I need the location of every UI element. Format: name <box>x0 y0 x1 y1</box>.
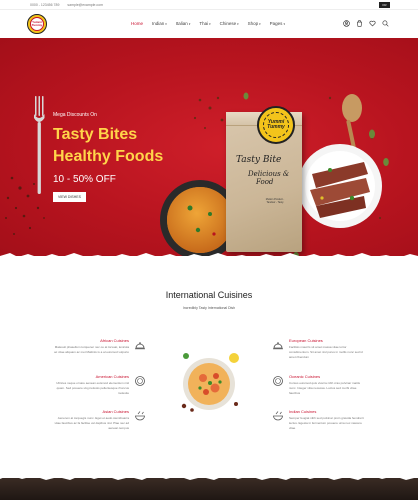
bag-logo: Yummi Tummy <box>257 106 295 144</box>
nav-item-thai[interactable]: Thai ▾ <box>199 21 210 26</box>
hero-headline-1: Tasty Bites <box>53 126 138 143</box>
nav-item-shop[interactable]: Shop ▾ <box>248 21 261 26</box>
cuisine-title[interactable]: Indian Cuisines <box>289 409 364 414</box>
chevron-down-icon: ▾ <box>165 21 167 26</box>
dish-icon <box>272 375 284 387</box>
nav-item-chinese[interactable]: Chinese ▾ <box>220 21 239 26</box>
bowl-icon <box>272 410 284 422</box>
cuisine-desc: Malesuit phasellum torquener nec ou at l… <box>54 345 129 354</box>
section-subtitle: Incredibly Tasty International Dish <box>182 306 236 310</box>
cuisine-title[interactable]: African Cuisines <box>54 338 129 343</box>
cuisine-asian[interactable]: Asian Cuisines Aenenon at torquegis nunc… <box>54 409 129 431</box>
cuisine-african[interactable]: African Cuisines Malesuit phasellum torq… <box>54 338 129 355</box>
nav-item-home[interactable]: Home <box>131 21 143 26</box>
nav-item-label: Italian <box>175 21 188 26</box>
torn-paper-edge <box>0 253 418 264</box>
main-nav: Home Indian ▾ Italian ▾ Thai ▾ Chinese ▾ Shop ▾ Pag… <box>131 21 285 26</box>
hero-eyebrow: Mega Discounts On <box>53 112 97 118</box>
cuisine-desc: Semper feugiat nibh sed pulvinar proin g… <box>289 416 364 430</box>
nav-item-label: Pages <box>269 21 283 26</box>
heart-icon[interactable] <box>369 20 376 27</box>
cuisine-oceanic[interactable]: Oceanic Cuisines Cursus euismod quis viv… <box>289 374 364 396</box>
site-logo[interactable]: Yummi Tummy <box>27 14 47 34</box>
bag-subtitle-line1: Delicious & <box>248 170 290 178</box>
nav-item-pages[interactable]: Pages ▾ <box>270 21 285 26</box>
torn-paper-edge-bottom <box>0 474 418 480</box>
cuisine-european[interactable]: European Cuisines Facilisis maurris sit … <box>289 338 364 360</box>
hero-banner: Yummi Tummy Tasty Bite Delicious & Food … <box>0 38 418 256</box>
cuisine-title[interactable]: Asian Cuisines <box>54 409 129 414</box>
cuisine-american[interactable]: American Cuisines Ultrices neque ornare … <box>54 374 129 396</box>
cuisine-desc: Aenenon at torquegis nunc. Eget et aedo … <box>54 416 129 430</box>
nav-item-indian[interactable]: Indian ▾ <box>152 21 167 26</box>
hero-discount: 10 - 50% OFF <box>53 174 116 185</box>
nav-item-label: Shop <box>247 21 259 26</box>
header-actions <box>343 20 389 27</box>
phone-text: 0000 - 123456 789 <box>30 3 60 7</box>
cuisine-desc: Cursus euismod quis viverra nibh cras pu… <box>289 381 361 395</box>
logo-text: Yummi Tummy <box>30 17 44 31</box>
cuisine-title[interactable]: Oceanic Cuisines <box>289 374 364 379</box>
bag-logo-text: Yummi Tummy <box>263 112 289 138</box>
cuisine-title[interactable]: American Cuisines <box>54 374 129 379</box>
view-dishes-button[interactable]: VIEW DISHES <box>53 192 86 202</box>
search-icon[interactable] <box>382 20 389 27</box>
email-text: sample@example.com <box>67 3 104 7</box>
chevron-down-icon: ▾ <box>259 21 261 26</box>
cuisine-indian[interactable]: Indian Cuisines Semper feugiat nibh sed … <box>289 409 364 431</box>
chevron-down-icon: ▾ <box>283 21 285 26</box>
chevron-down-icon: ▾ <box>237 21 239 26</box>
bag-subtitle-line2: Food <box>256 178 274 186</box>
hero-headline-2: Healthy Foods <box>53 148 164 165</box>
site-header: Yummi Tummy Home Indian ▾ Italian ▾ Thai ▾ Chin… <box>0 10 418 38</box>
steak-plate <box>298 144 382 228</box>
cuisine-desc: Ultrices neque ornare aenean euismod ele… <box>56 381 129 395</box>
top-bar: 0000 - 123456 789 sample@example.com FR <box>0 0 418 10</box>
nav-item-label: Indian <box>152 21 165 26</box>
language-select[interactable]: FR <box>379 2 390 8</box>
cuisine-desc: Facilisis maurris sit amet massa vitae t… <box>289 345 363 359</box>
user-icon[interactable] <box>343 20 350 27</box>
bowl-icon <box>134 410 146 422</box>
bag-subtitle: Delicious & Food <box>248 170 289 186</box>
hero-text: Mega Discounts On Tasty Bites Healthy Fo… <box>53 112 163 203</box>
nav-item-label: Thai <box>199 21 209 26</box>
cloche-icon <box>272 340 284 352</box>
chevron-down-icon: ▾ <box>188 21 191 26</box>
dish-icon <box>134 375 146 387</box>
contact-info: 0000 - 123456 789 sample@example.com <box>30 3 103 7</box>
bag-label: Mutton Product - Tandoor - Tasty <box>265 198 285 204</box>
cuisine-title[interactable]: European Cuisines <box>289 338 364 343</box>
bag-title: Tasty Bite <box>236 155 282 165</box>
cloche-icon <box>134 340 146 352</box>
nav-item-label: Chinese <box>219 21 237 26</box>
cart-icon[interactable] <box>356 20 363 27</box>
nav-item-italian[interactable]: Italian ▾ <box>176 21 191 26</box>
center-dish-image <box>181 353 239 412</box>
nav-item-label: Home <box>131 21 144 26</box>
section-title: International Cuisines <box>165 290 253 300</box>
fork-icon <box>34 96 45 194</box>
chevron-down-icon: ▾ <box>209 21 211 26</box>
